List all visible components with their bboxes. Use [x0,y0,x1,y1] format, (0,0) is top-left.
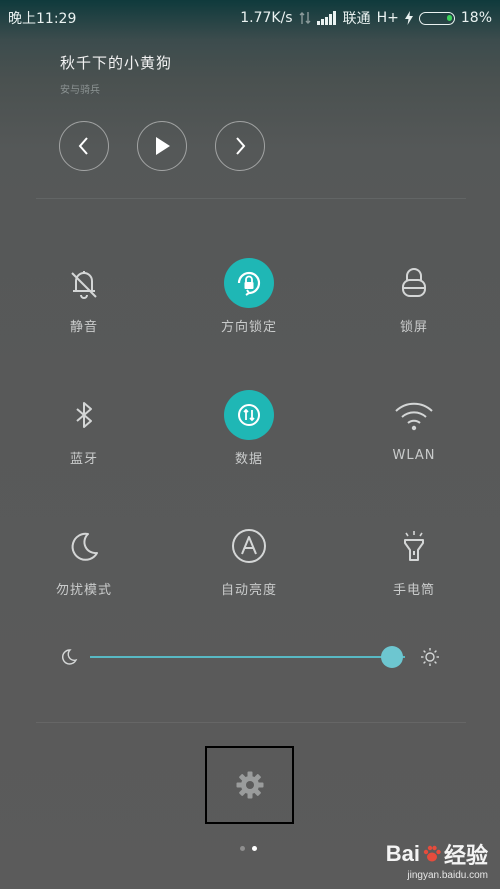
bluetooth-icon [59,390,109,440]
moon-small-icon [62,649,78,665]
data-activity-icon [299,12,311,24]
toggle-flashlight[interactable]: 手电筒 [354,521,474,598]
toggle-wlan[interactable]: WLAN [354,390,474,463]
song-title: 秋千下的小黄狗 [60,54,173,72]
rotation-lock-icon [224,258,274,308]
paw-icon [423,845,441,862]
watermark-brand-left: Bai [385,841,420,866]
page-dot [240,846,245,851]
page-indicator [240,846,257,851]
chevron-right-icon [236,137,246,155]
toggle-mute-label: 静音 [69,320,98,335]
wifi-icon [389,390,439,440]
lock-icon [389,258,439,308]
gear-icon [236,771,263,799]
toggle-rotation-lock-label: 方向锁定 [220,320,277,335]
auto-brightness-icon [224,521,274,571]
battery-percent: 18% [460,10,492,26]
status-bar: 晚上11:29 1.77K/s 联通 H+ 18% [0,0,500,34]
network-type: H+ [376,10,399,26]
toggle-auto-brightness-label: 自动亮度 [220,583,277,598]
toggle-mobile-data-label: 数据 [234,452,263,467]
settings-button[interactable] [205,746,294,824]
toggle-lock-screen-label: 锁屏 [399,320,428,335]
charging-icon [404,11,413,25]
bell-off-icon [59,258,109,308]
page-dot-active [252,846,257,851]
battery-icon [418,11,455,25]
song-artist: 安与骑兵 [60,85,100,96]
watermark-url: jingyan.baidu.com [407,870,488,881]
divider [36,198,466,199]
toggle-mute[interactable]: 静音 [24,258,144,335]
signal-icon [316,11,336,25]
toggle-mobile-data[interactable]: 数据 [189,390,309,467]
brightness-track [90,656,405,658]
play-icon [156,137,170,155]
chevron-left-icon [78,137,88,155]
status-time: 晚上11:29 [8,11,77,27]
next-track-button[interactable] [215,121,265,171]
brightness-thumb[interactable] [381,646,404,668]
toggle-dnd-label: 勿扰模式 [55,583,112,598]
toggle-bluetooth[interactable]: 蓝牙 [24,390,144,467]
toggle-lock-screen[interactable]: 锁屏 [354,258,474,335]
watermark-brand-right: 经验 [443,843,488,868]
toggle-rotation-lock[interactable]: 方向锁定 [189,258,309,335]
brightness-slider[interactable] [58,643,443,671]
toggle-bluetooth-label: 蓝牙 [69,452,98,467]
sun-icon [421,648,439,666]
watermark-brand: Bai 经验 [386,838,488,870]
play-button[interactable] [137,121,187,171]
music-widget[interactable]: 秋千下的小黄狗 安与骑兵 [60,52,172,96]
toggle-wlan-label: WLAN [392,448,436,463]
toggle-flashlight-label: 手电筒 [392,583,435,598]
previous-track-button[interactable] [59,121,109,171]
divider [36,722,466,723]
carrier-name: 联通 [342,11,371,27]
moon-icon [59,521,109,571]
toggle-auto-brightness[interactable]: 自动亮度 [189,521,309,598]
toggle-do-not-disturb[interactable]: 勿扰模式 [24,521,144,598]
network-speed: 1.77K/s [240,10,293,26]
status-right: 1.77K/s 联通 H+ 18% [240,8,492,28]
flashlight-icon [389,521,439,571]
mobile-data-icon [224,390,274,440]
baidu-watermark: Bai 经验 jingyan.baidu.com [386,838,488,881]
